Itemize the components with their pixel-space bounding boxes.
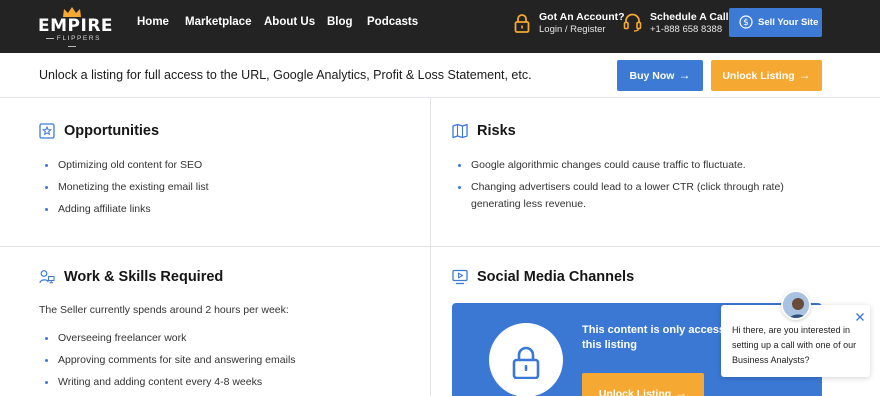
arrow-right-icon: → [675, 386, 688, 396]
nav-marketplace[interactable]: Marketplace [185, 15, 251, 29]
star-box-icon [39, 123, 55, 139]
sell-your-site-label: Sell Your Site [758, 17, 819, 28]
dollar-circle-icon: $ [739, 15, 753, 29]
opportunities-list: Optimizing old content for SEO Monetizin… [39, 157, 419, 223]
unlock-listing-label: Unlock Listing [722, 70, 795, 82]
nav-home[interactable]: Home [137, 15, 169, 29]
unlock-listing-bar: Unlock a listing for full access to the … [0, 53, 880, 98]
lock-badge [489, 323, 563, 396]
risks-title: Risks [477, 123, 516, 139]
work-intro-text: The Seller currently spends around 2 hou… [39, 304, 289, 316]
list-item: Monetizing the existing email list [39, 179, 419, 196]
padlock-icon [512, 346, 540, 379]
list-item: Changing advertisers could lead to a low… [452, 179, 797, 213]
social-media-title: Social Media Channels [477, 269, 635, 285]
logo-wordmark: EMPIRE [38, 16, 114, 36]
list-item: Overseeing freelancer work [39, 330, 419, 347]
list-item: Optimizing old content for SEO [39, 157, 419, 174]
unlock-bar-message: Unlock a listing for full access to the … [39, 68, 532, 82]
row-divider [0, 246, 880, 247]
avatar[interactable] [781, 290, 811, 320]
close-icon[interactable] [855, 312, 865, 322]
unlock-listing-button[interactable]: Unlock Listing → [582, 373, 704, 396]
buy-now-label: Buy Now [629, 70, 675, 82]
column-divider [430, 98, 431, 396]
nav-blog[interactable]: Blog [327, 15, 353, 29]
login-register-link[interactable]: Login / Register [539, 24, 606, 35]
list-item: Writing and adding content every 4-8 wee… [39, 374, 419, 391]
sell-your-site-button[interactable]: $ Sell Your Site [729, 8, 822, 37]
schedule-call-title[interactable]: Schedule A Call [650, 11, 729, 23]
lock-icon [514, 14, 530, 33]
headset-icon [623, 13, 642, 32]
list-item: Approving comments for site and answerin… [39, 352, 419, 369]
work-tasks-list: Overseeing freelancer work Approving com… [39, 330, 419, 396]
work-skills-title: Work & Skills Required [64, 269, 224, 285]
nav-podcasts[interactable]: Podcasts [367, 15, 418, 29]
risks-list: Google algorithmic changes could cause t… [452, 157, 832, 218]
arrow-right-icon: → [678, 68, 691, 82]
logo-tagline: FLIPPERS [38, 35, 106, 51]
arrow-right-icon: → [798, 68, 811, 82]
svg-text:$: $ [743, 18, 749, 28]
buy-now-button[interactable]: Buy Now → [617, 60, 703, 91]
empire-flippers-logo[interactable]: EMPIRE FLIPPERS [38, 6, 114, 46]
opportunities-title: Opportunities [64, 123, 160, 139]
video-monitor-icon [452, 269, 468, 285]
account-title[interactable]: Got An Account? [539, 11, 625, 23]
list-item: Adding affiliate links [39, 201, 419, 218]
person-screen-icon [39, 270, 55, 284]
unlock-listing-label: Unlock Listing [598, 388, 672, 396]
nav-about-us[interactable]: About Us [264, 15, 315, 29]
map-icon [452, 123, 468, 139]
unlock-listing-button[interactable]: Unlock Listing → [711, 60, 822, 91]
list-item: Google algorithmic changes could cause t… [452, 157, 832, 174]
phone-number[interactable]: +1-888 658 8388 [650, 24, 722, 35]
chat-message: Hi there, are you interested in setting … [732, 325, 857, 365]
top-navigation: EMPIRE FLIPPERS Home Marketplace About U… [0, 0, 880, 53]
